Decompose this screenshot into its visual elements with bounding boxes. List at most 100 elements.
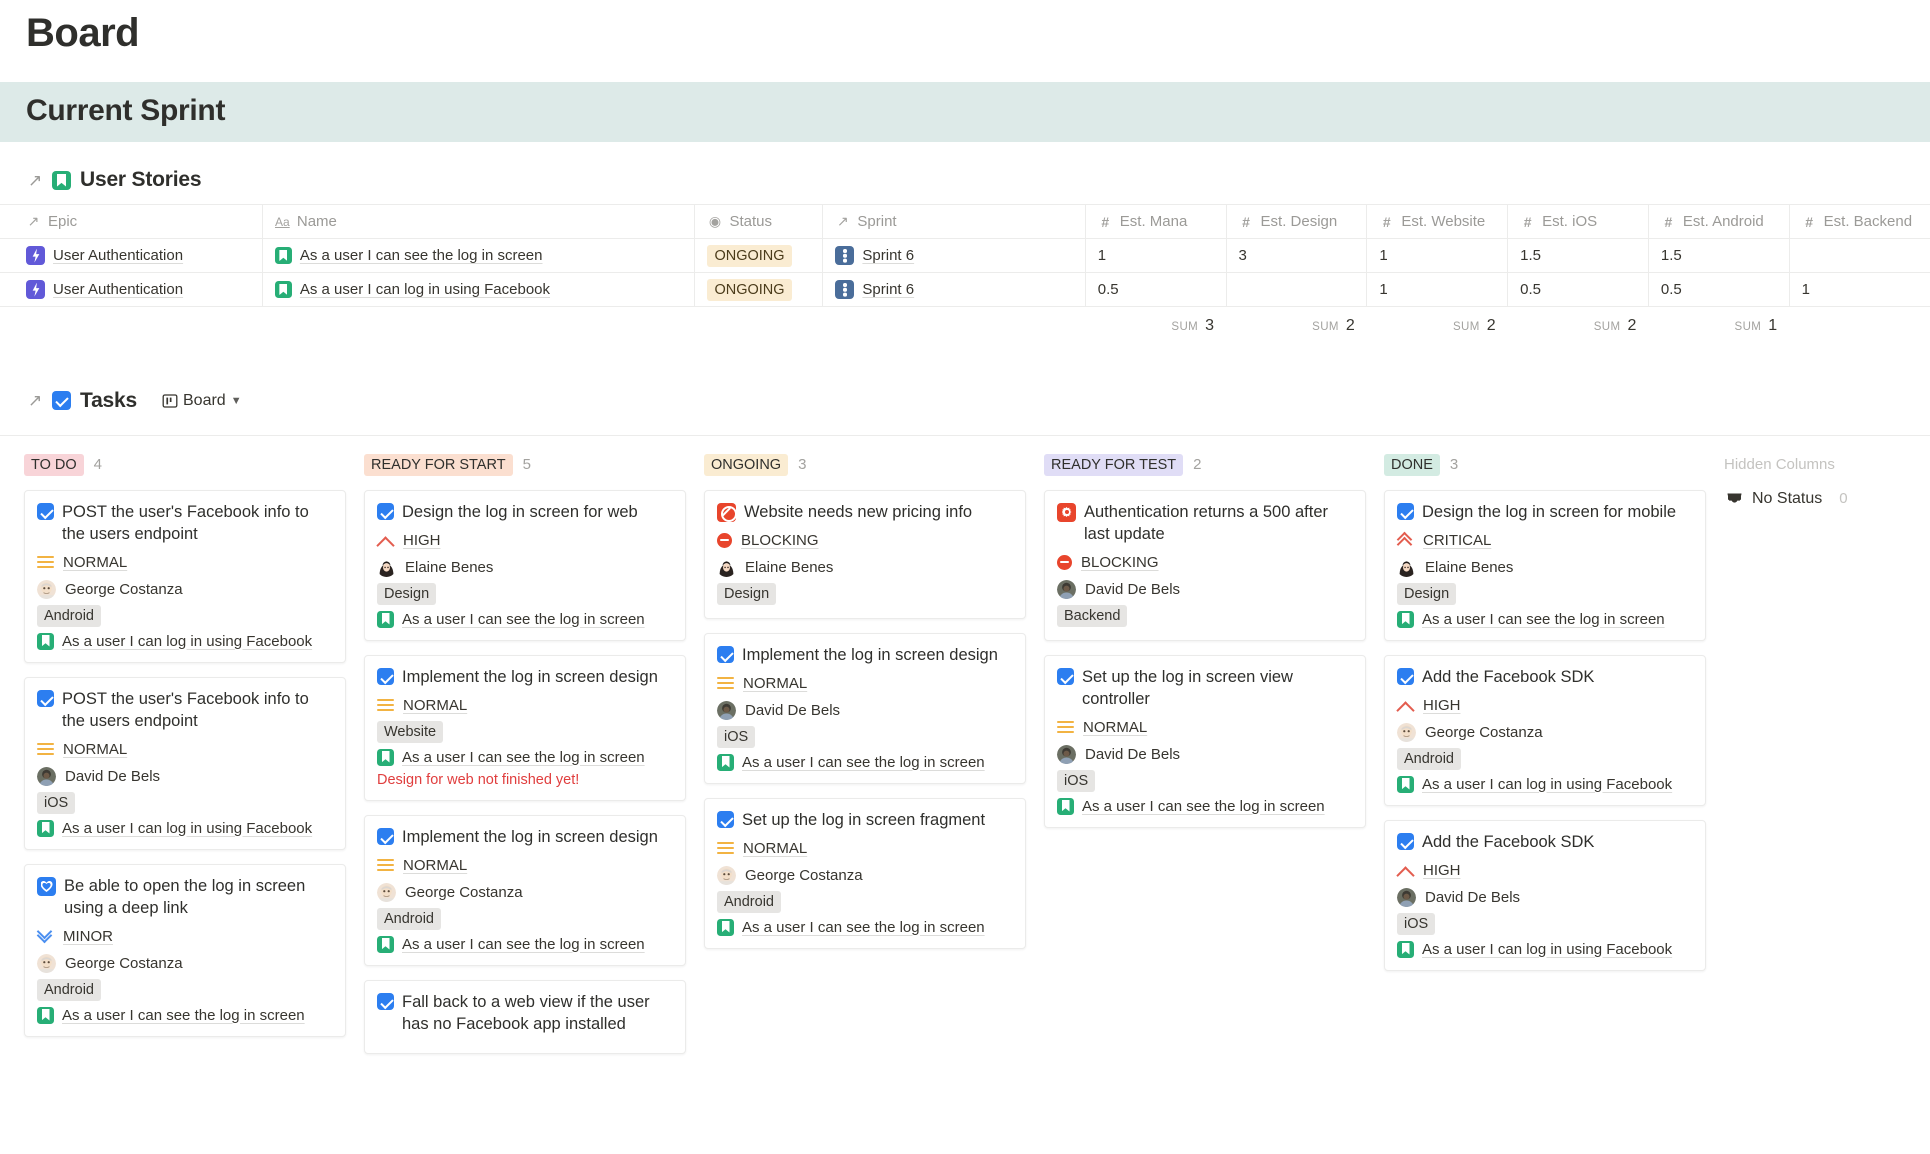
table-row[interactable]: User Authentication As a user I can log … (0, 272, 1930, 307)
card-relation[interactable]: As a user I can see the log in screen (377, 935, 673, 953)
card-title[interactable]: Add the Facebook SDK (1397, 666, 1693, 688)
task-card[interactable]: POST the user's Facebook info to the use… (24, 489, 346, 663)
card-title[interactable]: Set up the log in screen fragment (717, 809, 1013, 831)
column-header[interactable]: ONGOING 3 (704, 452, 1026, 478)
card-title[interactable]: Add the Facebook SDK (1397, 831, 1693, 853)
task-icon (1057, 667, 1074, 685)
column-header-epic[interactable]: ↗ Epic (0, 204, 263, 239)
card-relation[interactable]: As a user I can see the log in screen (717, 753, 1013, 771)
story-link[interactable]: As a user I can log in using Facebook (300, 281, 550, 298)
sum-est-design[interactable]: SUM 2 (1226, 307, 1367, 345)
card-title[interactable]: Implement the log in screen design (717, 644, 1013, 666)
story-link[interactable]: As a user I can see the log in screen (300, 247, 543, 264)
card-relation[interactable]: As a user I can see the log in screen (1057, 797, 1353, 815)
cell-sprint[interactable]: Sprint 6 (822, 272, 1086, 307)
cell-est-ios[interactable]: 0.5 (1507, 272, 1649, 307)
hidden-column-no-status[interactable]: No Status 0 (1724, 490, 1930, 508)
task-card[interactable]: Add the Facebook SDK HIGH David De Bels … (1384, 819, 1706, 971)
card-relation[interactable]: As a user I can log in using Facebook (1397, 940, 1693, 958)
cell-est-mana[interactable]: 1 (1085, 238, 1227, 273)
cell-sprint[interactable]: Sprint 6 (822, 238, 1086, 273)
chevron-down-icon[interactable]: ▼ (231, 395, 242, 407)
task-card[interactable]: Design the log in screen for mobile CRIT… (1384, 489, 1706, 641)
cell-status[interactable]: ONGOING (694, 238, 824, 273)
cell-est-website[interactable]: 1 (1366, 238, 1509, 273)
cell-est-website[interactable]: 1 (1366, 272, 1509, 307)
card-title[interactable]: Design the log in screen for web (377, 501, 673, 523)
task-card[interactable]: Implement the log in screen design NORMA… (364, 814, 686, 966)
card-title[interactable]: Implement the log in screen design (377, 666, 673, 688)
task-card[interactable]: Authentication returns a 500 after last … (1044, 489, 1366, 641)
column-header-est-design[interactable]: # Est. Design (1226, 204, 1368, 239)
open-database-arrow-icon[interactable]: ↗ (28, 392, 43, 409)
epic-link[interactable]: User Authentication (53, 247, 183, 264)
column-header-status[interactable]: ◉ Status (694, 204, 824, 239)
task-card[interactable]: Set up the log in screen fragment NORMAL… (704, 797, 1026, 949)
view-switcher[interactable]: Board ▼ (158, 391, 246, 411)
task-card[interactable]: POST the user's Facebook info to the use… (24, 676, 346, 850)
card-title[interactable]: Website needs new pricing info (717, 501, 1013, 523)
column-header-est-android[interactable]: # Est. Android (1648, 204, 1790, 239)
card-relation[interactable]: As a user I can see the log in screen (1397, 610, 1693, 628)
cell-est-backend[interactable]: 1 (1789, 272, 1930, 307)
card-title[interactable]: Implement the log in screen design (377, 826, 673, 848)
column-header[interactable]: READY FOR TEST 2 (1044, 452, 1366, 478)
column-header-name[interactable]: Aa Name (262, 204, 696, 239)
sum-est-android[interactable]: SUM 1 (1648, 307, 1789, 345)
task-card[interactable]: Set up the log in screen view controller… (1044, 654, 1366, 828)
column-header-est-ios[interactable]: # Est. iOS (1507, 204, 1649, 239)
card-title[interactable]: Set up the log in screen view controller (1057, 666, 1353, 710)
column-header-est-mana[interactable]: # Est. Mana (1085, 204, 1227, 239)
cell-est-mana[interactable]: 0.5 (1085, 272, 1227, 307)
sum-est-mana[interactable]: SUM 3 (1085, 307, 1226, 345)
sum-est-ios[interactable]: SUM 2 (1508, 307, 1649, 345)
task-card[interactable]: Be able to open the log in screen using … (24, 863, 346, 1037)
column-header[interactable]: DONE 3 (1384, 452, 1706, 478)
column-header-est-website[interactable]: # Est. Website (1366, 204, 1509, 239)
sum-est-website[interactable]: SUM 2 (1367, 307, 1508, 345)
card-title[interactable]: POST the user's Facebook info to the use… (37, 688, 333, 732)
cell-name[interactable]: As a user I can see the log in screen (262, 238, 696, 273)
avatar (377, 882, 396, 902)
task-card[interactable]: Fall back to a web view if the user has … (364, 979, 686, 1054)
card-relation[interactable]: As a user I can see the log in screen (37, 1006, 333, 1024)
card-title[interactable]: Design the log in screen for mobile (1397, 501, 1693, 523)
cell-status[interactable]: ONGOING (694, 272, 824, 307)
cell-epic[interactable]: User Authentication (0, 272, 263, 307)
cell-est-design[interactable] (1226, 272, 1368, 307)
task-card[interactable]: Website needs new pricing info BLOCKING … (704, 489, 1026, 619)
card-relation[interactable]: As a user I can see the log in screen (377, 748, 673, 766)
cell-est-backend[interactable] (1789, 238, 1930, 273)
sprint-link[interactable]: Sprint 6 (862, 247, 914, 264)
cell-est-android[interactable]: 1.5 (1648, 238, 1790, 273)
card-relation[interactable]: As a user I can log in using Facebook (37, 632, 333, 650)
card-relation[interactable]: As a user I can log in using Facebook (37, 819, 333, 837)
task-card[interactable]: Implement the log in screen design NORMA… (364, 654, 686, 801)
open-database-arrow-icon[interactable]: ↗ (28, 172, 43, 189)
tasks-title[interactable]: Tasks (80, 389, 137, 413)
card-title[interactable]: Fall back to a web view if the user has … (377, 991, 673, 1035)
column-header[interactable]: TO DO 4 (24, 452, 346, 478)
cell-epic[interactable]: User Authentication (0, 238, 263, 273)
epic-link[interactable]: User Authentication (53, 281, 183, 298)
task-card[interactable]: Design the log in screen for web HIGH El… (364, 489, 686, 641)
board-column-ready-for-start: READY FOR START 5 Design the log in scre… (364, 452, 704, 1068)
card-title[interactable]: Be able to open the log in screen using … (37, 875, 333, 919)
task-card[interactable]: Implement the log in screen design NORMA… (704, 632, 1026, 784)
column-header-est-backend[interactable]: # Est. Backend (1789, 204, 1930, 239)
card-relation[interactable]: As a user I can see the log in screen (377, 610, 673, 628)
card-title[interactable]: Authentication returns a 500 after last … (1057, 501, 1353, 545)
column-header[interactable]: READY FOR START 5 (364, 452, 686, 478)
card-title[interactable]: POST the user's Facebook info to the use… (37, 501, 333, 545)
cell-name[interactable]: As a user I can log in using Facebook (262, 272, 696, 307)
card-relation[interactable]: As a user I can see the log in screen (717, 918, 1013, 936)
card-relation[interactable]: As a user I can log in using Facebook (1397, 775, 1693, 793)
cell-est-design[interactable]: 3 (1226, 238, 1368, 273)
sprint-link[interactable]: Sprint 6 (862, 281, 914, 298)
task-card[interactable]: Add the Facebook SDK HIGH George Costanz… (1384, 654, 1706, 806)
cell-est-ios[interactable]: 1.5 (1507, 238, 1649, 273)
user-stories-title[interactable]: User Stories (80, 168, 202, 192)
column-header-sprint[interactable]: ↗ Sprint (822, 204, 1086, 239)
cell-est-android[interactable]: 0.5 (1648, 272, 1790, 307)
table-row[interactable]: User Authentication As a user I can see … (0, 238, 1930, 273)
